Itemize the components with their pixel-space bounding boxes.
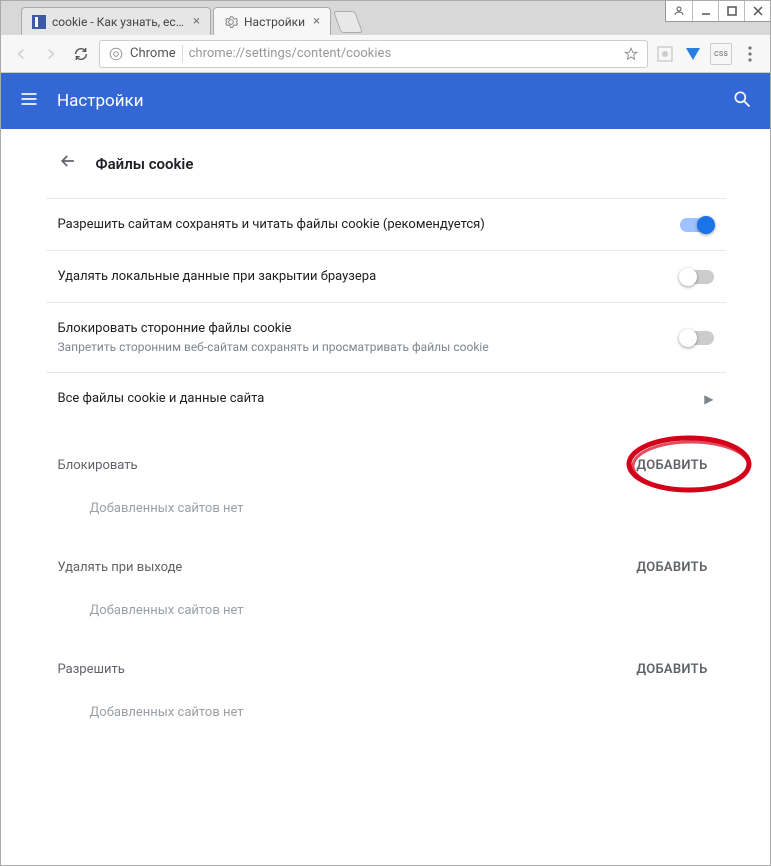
tab-close-icon[interactable]: × xyxy=(193,14,200,29)
tab-title: cookie - Как узнать, есть xyxy=(52,15,185,29)
extension-icon-1[interactable] xyxy=(654,43,676,65)
address-bar: Chrome chrome://settings/content/cookies… xyxy=(1,35,770,73)
menu-icon[interactable] xyxy=(19,89,39,113)
nav-forward-button[interactable] xyxy=(39,42,63,66)
browser-menu-button[interactable] xyxy=(738,42,762,66)
page-title: Файлы cookie xyxy=(96,155,194,173)
section-title: Удалять при выходе xyxy=(58,560,183,575)
search-icon[interactable] xyxy=(732,89,752,113)
tab-title: Настройки xyxy=(244,15,305,29)
toggle-block-third-party[interactable] xyxy=(680,331,714,345)
omnibox[interactable]: Chrome chrome://settings/content/cookies xyxy=(99,40,648,68)
setting-label: Блокировать сторонние файлы cookie xyxy=(58,321,664,336)
window-minimize-button[interactable] xyxy=(692,1,718,21)
separator xyxy=(182,45,183,63)
chevron-right-icon: ▶ xyxy=(704,392,713,406)
star-icon[interactable] xyxy=(623,46,639,62)
settings-header: Настройки xyxy=(1,73,770,129)
back-arrow-icon[interactable] xyxy=(58,151,78,176)
window-user-button[interactable] xyxy=(666,1,692,21)
window-controls xyxy=(665,1,770,22)
add-block-button[interactable]: ДОБАВИТЬ xyxy=(630,450,713,481)
section-clear-on-exit: Удалять при выходе ДОБАВИТЬ Добавленных … xyxy=(46,526,726,628)
empty-message: Добавленных сайтов нет xyxy=(58,583,714,628)
tab-close-icon[interactable]: × xyxy=(313,14,320,29)
extension-icon-2[interactable] xyxy=(682,43,704,65)
url-text: chrome://settings/content/cookies xyxy=(189,46,617,61)
section-allow: Разрешить ДОБАВИТЬ Добавленных сайтов не… xyxy=(46,628,726,730)
page-content: Настройки Файлы cookie Разрешить сайтам … xyxy=(1,73,770,865)
tab-cookie-info[interactable]: cookie - Как узнать, есть × xyxy=(21,7,211,35)
settings-title: Настройки xyxy=(57,91,714,111)
card-header: Файлы cookie xyxy=(46,129,726,198)
section-title: Блокировать xyxy=(58,458,138,473)
setting-block-third-party: Блокировать сторонние файлы cookie Запре… xyxy=(46,302,726,372)
tab-strip: cookie - Как узнать, есть × Настройки × xyxy=(1,1,770,35)
setting-clear-on-exit: Удалять локальные данные при закрытии бр… xyxy=(46,250,726,302)
toggle-clear-on-exit[interactable] xyxy=(680,270,714,284)
tab-settings[interactable]: Настройки × xyxy=(213,7,331,35)
window-maximize-button[interactable] xyxy=(718,1,744,21)
chrome-icon xyxy=(108,46,124,62)
settings-card: Файлы cookie Разрешить сайтам сохранять … xyxy=(46,129,726,770)
nav-label: Все файлы cookie и данные сайта xyxy=(58,391,689,406)
setting-label: Удалять локальные данные при закрытии бр… xyxy=(58,269,664,284)
nav-all-cookies[interactable]: Все файлы cookie и данные сайта ▶ xyxy=(46,372,726,424)
add-allow-button[interactable]: ДОБАВИТЬ xyxy=(630,654,713,685)
toggle-allow-cookies[interactable] xyxy=(680,218,714,232)
add-clear-on-exit-button[interactable]: ДОБАВИТЬ xyxy=(630,552,713,583)
page-favicon-icon xyxy=(32,15,46,29)
browser-label: Chrome xyxy=(130,46,176,61)
setting-label: Разрешить сайтам сохранять и читать файл… xyxy=(58,217,664,232)
section-block: Блокировать ДОБАВИТЬ Добавленных сайтов … xyxy=(46,424,726,526)
setting-allow-cookies: Разрешить сайтам сохранять и читать файл… xyxy=(46,198,726,250)
empty-message: Добавленных сайтов нет xyxy=(58,685,714,730)
nav-reload-button[interactable] xyxy=(69,42,93,66)
setting-sublabel: Запретить сторонним веб-сайтам сохранять… xyxy=(58,340,664,354)
extension-icon-css[interactable]: css xyxy=(710,43,732,65)
gear-icon xyxy=(224,15,238,29)
window-close-button[interactable] xyxy=(744,1,770,21)
nav-back-button[interactable] xyxy=(9,42,33,66)
new-tab-button[interactable] xyxy=(333,11,363,33)
empty-message: Добавленных сайтов нет xyxy=(58,481,714,526)
section-title: Разрешить xyxy=(58,662,125,677)
